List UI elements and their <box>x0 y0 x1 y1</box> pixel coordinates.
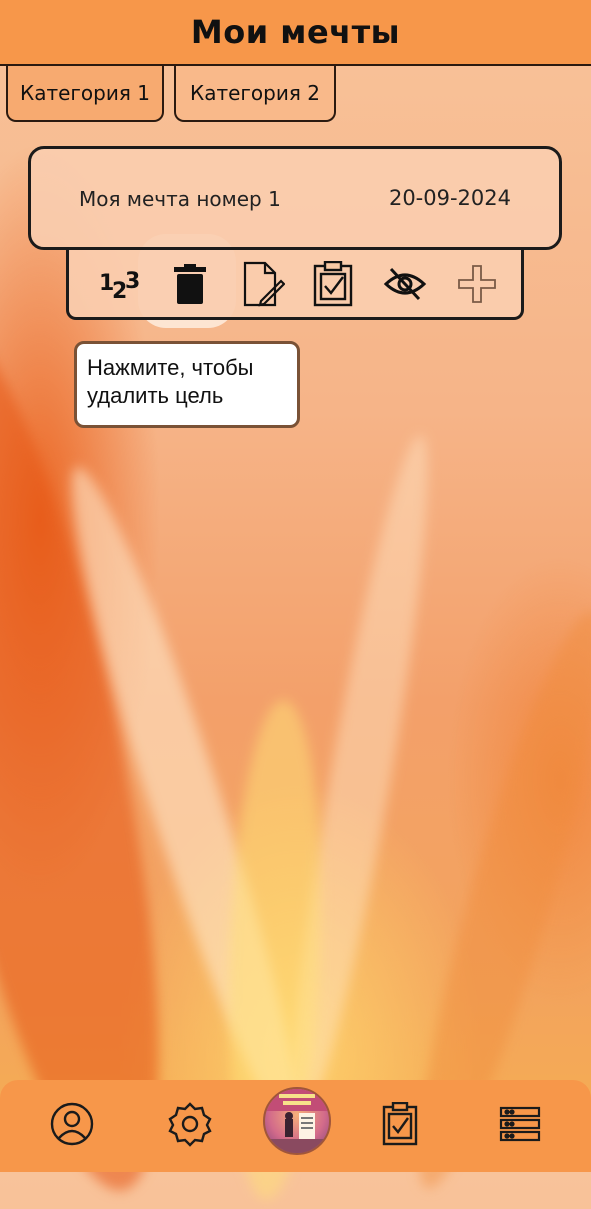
clipboard-check-icon[interactable] <box>368 1092 432 1156</box>
profile-icon[interactable] <box>40 1092 104 1156</box>
dream-card[interactable]: Моя мечта номер 1 20-09-2024 <box>28 146 562 250</box>
delete-tooltip: Нажмите, чтобы удалить цель <box>74 341 300 428</box>
list-icon[interactable] <box>488 1092 552 1156</box>
tab-category-1[interactable]: Категория 1 <box>6 66 164 122</box>
tab-category-2[interactable]: Категория 2 <box>174 66 336 122</box>
avatar[interactable] <box>263 1087 331 1155</box>
eye-slash-icon[interactable] <box>379 258 431 310</box>
dream-toolbar: 1 2 3 <box>66 250 524 320</box>
svg-text:3: 3 <box>125 269 140 294</box>
trash-icon[interactable] <box>164 258 216 310</box>
page-title: Мои мечты <box>190 13 401 51</box>
plus-icon[interactable] <box>451 258 503 310</box>
settings-icon[interactable] <box>158 1092 222 1156</box>
clipboard-check-icon[interactable] <box>307 258 359 310</box>
dream-date: 20-09-2024 <box>388 186 511 210</box>
edit-document-icon[interactable] <box>237 258 289 310</box>
numbering-icon[interactable]: 1 2 3 <box>93 258 145 310</box>
bottom-nav <box>0 1080 591 1172</box>
app-header: Мои мечты <box>0 0 591 66</box>
dream-name: Моя мечта номер 1 <box>79 187 281 211</box>
